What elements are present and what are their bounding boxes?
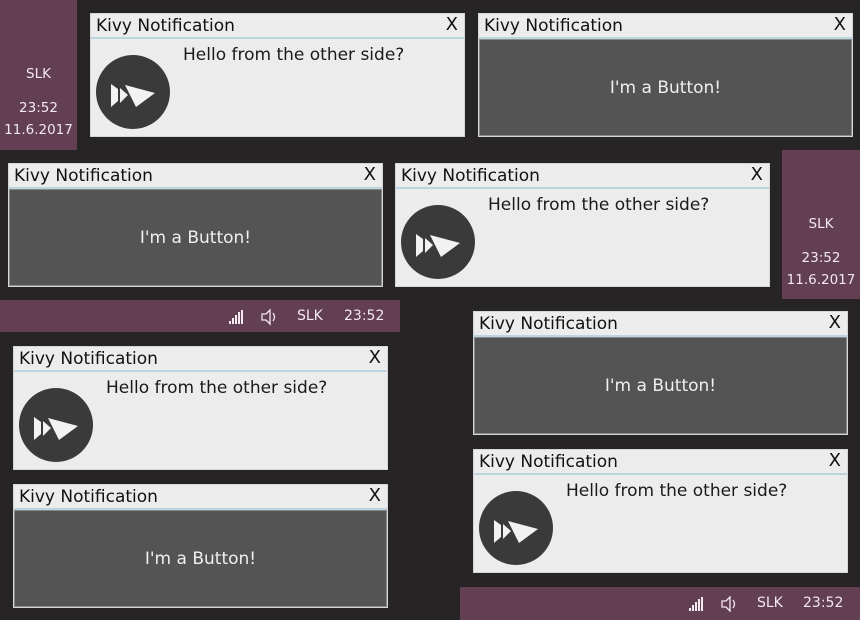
notification-button: Kivy Notification X I'm a Button! bbox=[13, 484, 388, 608]
sidebar-date: 11.6.2017 bbox=[4, 122, 73, 138]
notification-button: Kivy Notification X I'm a Button! bbox=[478, 13, 853, 137]
notification-title: Kivy Notification bbox=[401, 166, 540, 186]
sidebar-date: 11.6.2017 bbox=[786, 272, 856, 288]
notification-message: Kivy Notification X Hello from the other… bbox=[473, 449, 848, 573]
sidebar-time: 23:52 bbox=[801, 250, 841, 266]
title-bar[interactable]: Kivy Notification X bbox=[479, 14, 852, 39]
kivy-logo-icon bbox=[19, 388, 93, 462]
notification-title: Kivy Notification bbox=[19, 349, 158, 369]
action-button[interactable]: I'm a Button! bbox=[9, 189, 382, 286]
notification-message: Kivy Notification X Hello from the other… bbox=[395, 163, 770, 287]
notification-message-text: Hello from the other side? bbox=[106, 378, 328, 398]
taskbar-time: 23:52 bbox=[344, 308, 385, 324]
sidebar-time: 23:52 bbox=[19, 100, 58, 116]
close-button[interactable]: X bbox=[834, 14, 846, 36]
taskbar-bottom: SLK 23:52 bbox=[460, 587, 860, 620]
notification-message-text: Hello from the other side? bbox=[566, 481, 788, 501]
close-button[interactable]: X bbox=[369, 485, 381, 507]
title-bar[interactable]: Kivy Notification X bbox=[474, 450, 847, 475]
notification-message: Kivy Notification X Hello from the other… bbox=[90, 13, 465, 137]
notification-button: Kivy Notification X I'm a Button! bbox=[473, 311, 848, 435]
notification-message: Kivy Notification X Hello from the other… bbox=[13, 346, 388, 470]
close-button[interactable]: X bbox=[751, 164, 763, 186]
taskbar-label: SLK bbox=[757, 595, 783, 611]
action-button[interactable]: I'm a Button! bbox=[474, 337, 847, 434]
close-button[interactable]: X bbox=[829, 312, 841, 334]
title-bar[interactable]: Kivy Notification X bbox=[9, 164, 382, 189]
notification-title: Kivy Notification bbox=[479, 452, 618, 472]
notification-button: Kivy Notification X I'm a Button! bbox=[8, 163, 383, 287]
action-button[interactable]: I'm a Button! bbox=[14, 510, 387, 607]
notification-title: Kivy Notification bbox=[96, 16, 235, 36]
title-bar[interactable]: Kivy Notification X bbox=[396, 164, 769, 189]
taskbar: SLK 23:52 bbox=[0, 300, 400, 332]
signal-bars-icon[interactable] bbox=[229, 310, 245, 324]
action-button[interactable]: I'm a Button! bbox=[479, 39, 852, 136]
sidebar-clock-widget-right: SLK 23:52 11.6.2017 bbox=[782, 150, 860, 299]
sidebar-label: SLK bbox=[26, 66, 51, 82]
title-bar[interactable]: Kivy Notification X bbox=[91, 14, 464, 39]
speaker-icon[interactable] bbox=[720, 595, 738, 613]
title-bar[interactable]: Kivy Notification X bbox=[474, 312, 847, 337]
title-bar[interactable]: Kivy Notification X bbox=[14, 347, 387, 372]
close-button[interactable]: X bbox=[364, 164, 376, 186]
speaker-icon[interactable] bbox=[260, 308, 278, 326]
notification-message-text: Hello from the other side? bbox=[183, 45, 405, 65]
taskbar-label: SLK bbox=[297, 308, 323, 324]
kivy-logo-icon bbox=[96, 55, 170, 129]
notification-title: Kivy Notification bbox=[484, 16, 623, 36]
kivy-logo-icon bbox=[401, 205, 475, 279]
kivy-logo-icon bbox=[479, 491, 553, 565]
title-bar[interactable]: Kivy Notification X bbox=[14, 485, 387, 510]
notification-message-text: Hello from the other side? bbox=[488, 195, 710, 215]
sidebar-clock-widget: SLK 23:52 11.6.2017 bbox=[0, 0, 77, 150]
close-button[interactable]: X bbox=[446, 14, 458, 36]
taskbar-time: 23:52 bbox=[803, 595, 844, 611]
sidebar-label: SLK bbox=[808, 216, 834, 232]
close-button[interactable]: X bbox=[369, 347, 381, 369]
notification-title: Kivy Notification bbox=[479, 314, 618, 334]
notification-title: Kivy Notification bbox=[19, 487, 158, 507]
notification-title: Kivy Notification bbox=[14, 166, 153, 186]
signal-bars-icon[interactable] bbox=[689, 597, 705, 611]
close-button[interactable]: X bbox=[829, 450, 841, 472]
